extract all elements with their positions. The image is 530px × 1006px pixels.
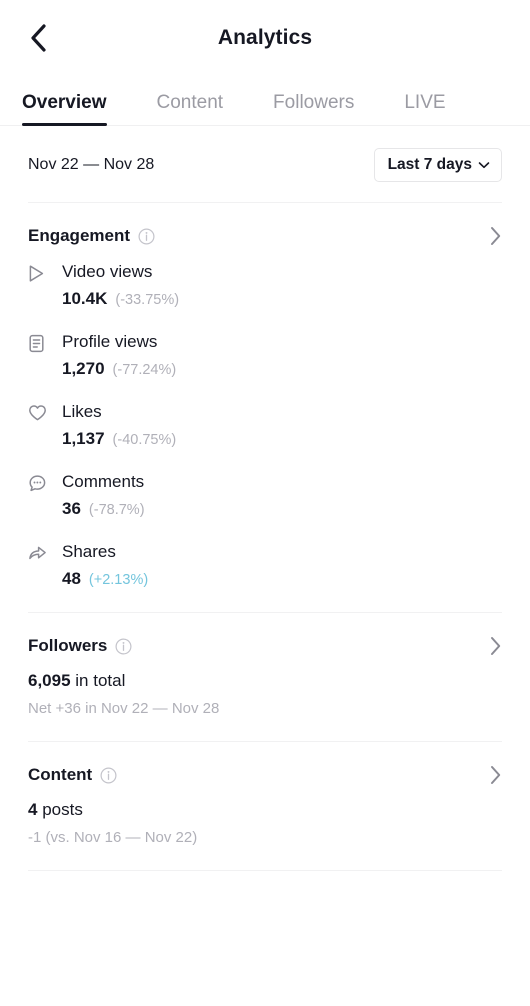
tab-content-label: Content	[156, 92, 224, 113]
followers-total-line: 6,095 in total	[28, 669, 502, 693]
tab-live-label: LIVE	[404, 92, 446, 113]
info-icon[interactable]	[100, 766, 117, 784]
metric-value-row: 36 (-78.7%)	[62, 498, 145, 520]
engagement-metrics-list: Video views 10.4K (-33.75%) Profile view…	[0, 247, 530, 612]
metric-value: 48	[62, 569, 81, 588]
metric-delta: (+2.13%)	[88, 572, 149, 588]
engagement-chevron-right-icon[interactable]	[489, 225, 502, 247]
followers-header-left: Followers	[28, 636, 132, 656]
tab-live[interactable]: LIVE	[404, 92, 445, 126]
top-bar: Analytics	[0, 0, 530, 76]
metric-delta: (-40.75%)	[112, 432, 177, 448]
engagement-header-left: Engagement	[28, 226, 155, 246]
metric-value-row: 10.4K (-33.75%)	[62, 288, 179, 310]
info-icon[interactable]	[138, 227, 155, 245]
metric-row[interactable]: Shares 48 (+2.13%)	[28, 541, 502, 590]
tab-followers-label: Followers	[273, 92, 355, 113]
metric-value: 36	[62, 499, 81, 518]
followers-chevron-right-icon[interactable]	[489, 635, 502, 657]
metric-body: Likes 1,137 (-40.75%)	[54, 401, 176, 450]
metric-delta: (-78.7%)	[88, 502, 145, 518]
tab-bar: Overview Content Followers LIVE	[0, 76, 530, 126]
comment-icon	[28, 472, 54, 494]
followers-net-line: Net +36 in Nov 22 — Nov 28	[28, 700, 220, 717]
heart-icon	[28, 402, 54, 424]
analytics-screen: Analytics Overview Content Followers LIV…	[0, 0, 530, 1006]
metric-value: 1,270	[62, 359, 105, 378]
document-icon	[28, 332, 54, 354]
metric-value-row: 48 (+2.13%)	[62, 568, 148, 590]
share-icon	[28, 542, 54, 564]
content-delta-line: -1 (vs. Nov 16 — Nov 22)	[28, 829, 198, 846]
chevron-left-icon	[28, 22, 48, 54]
engagement-title: Engagement	[28, 226, 131, 245]
metric-body: Comments 36 (-78.7%)	[54, 471, 145, 520]
content-posts-suffix: posts	[37, 800, 83, 819]
metric-body: Video views 10.4K (-33.75%)	[54, 261, 179, 310]
tab-followers[interactable]: Followers	[273, 92, 354, 126]
metric-value: 10.4K	[62, 289, 108, 308]
followers-total-value: 6,095	[28, 671, 71, 690]
engagement-section-header[interactable]: Engagement	[0, 203, 530, 247]
followers-title: Followers	[28, 636, 108, 655]
metric-name: Shares	[62, 542, 116, 561]
metric-name: Likes	[62, 402, 102, 421]
date-range-row: Nov 22 — Nov 28 Last 7 days	[0, 126, 530, 202]
metric-name: Comments	[62, 472, 145, 491]
play-icon	[28, 262, 54, 284]
followers-summary: 6,095 in total Net +36 in Nov 22 — Nov 2…	[0, 657, 530, 741]
metric-delta: (-33.75%)	[115, 292, 180, 308]
content-title: Content	[28, 765, 93, 784]
content-posts-line: 4 posts	[28, 798, 502, 822]
followers-total-suffix: in total	[70, 671, 126, 690]
tab-overview-label: Overview	[22, 92, 107, 113]
metric-body: Profile views 1,270 (-77.24%)	[54, 331, 176, 380]
followers-section-header[interactable]: Followers	[0, 613, 530, 657]
content-chevron-right-icon[interactable]	[489, 764, 502, 786]
metric-row[interactable]: Video views 10.4K (-33.75%)	[28, 261, 502, 310]
content-header-left: Content	[28, 765, 117, 785]
divider-bottom	[28, 870, 502, 871]
date-range-label: Nov 22 — Nov 28	[28, 156, 155, 173]
content-summary: 4 posts -1 (vs. Nov 16 — Nov 22)	[0, 786, 530, 870]
date-range-selector-label: Last 7 days	[387, 156, 472, 173]
date-range-selector[interactable]: Last 7 days	[373, 148, 502, 182]
info-icon[interactable]	[115, 637, 132, 655]
tab-overview[interactable]: Overview	[22, 92, 107, 126]
metric-delta: (-77.24%)	[112, 362, 177, 378]
metric-value-row: 1,270 (-77.24%)	[62, 358, 176, 380]
metric-row[interactable]: Profile views 1,270 (-77.24%)	[28, 331, 502, 380]
chevron-down-icon	[478, 161, 490, 169]
metric-row[interactable]: Comments 36 (-78.7%)	[28, 471, 502, 520]
page-title: Analytics	[217, 26, 313, 49]
metric-row[interactable]: Likes 1,137 (-40.75%)	[28, 401, 502, 450]
metric-name: Profile views	[62, 332, 158, 351]
metric-value-row: 1,137 (-40.75%)	[62, 428, 176, 450]
tab-content[interactable]: Content	[157, 92, 224, 126]
metric-body: Shares 48 (+2.13%)	[54, 541, 148, 590]
content-section-header[interactable]: Content	[0, 742, 530, 786]
metric-name: Video views	[62, 262, 153, 281]
metric-value: 1,137	[62, 429, 105, 448]
back-button[interactable]	[16, 16, 60, 60]
